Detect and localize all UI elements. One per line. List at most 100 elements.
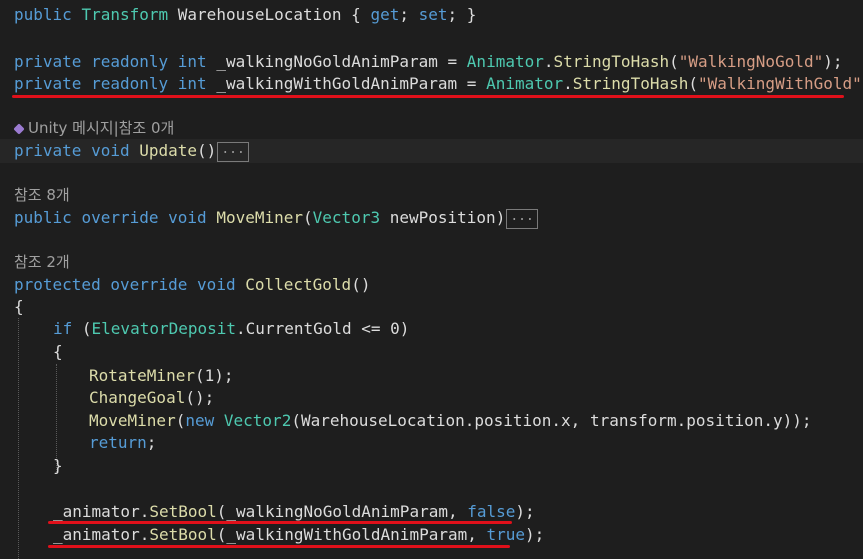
property-name: WarehouseLocation (177, 5, 342, 24)
if-close-brace[interactable]: } (53, 455, 63, 477)
code-line-move-miner[interactable]: public override void MoveMiner(Vector3 n… (14, 207, 538, 229)
code-line-setbool-with-gold[interactable]: _animator.SetBool(_walkingWithGoldAnimPa… (53, 524, 544, 546)
code-line-walking-no-gold[interactable]: private readonly int _walkingNoGoldAnimP… (14, 51, 843, 73)
punctuation: . (139, 525, 150, 544)
code-line-setbool-no-gold[interactable]: _animator.SetBool(_walkingNoGoldAnimPara… (53, 501, 535, 523)
punctuation: ( (669, 52, 679, 71)
field-name: _animator (53, 525, 140, 544)
class-name: Animator (486, 74, 564, 93)
code-line-return[interactable]: return; (89, 432, 156, 454)
punctuation: ); (823, 52, 843, 71)
field-name: _walkingWithGoldAnimParam (216, 74, 458, 93)
arguments: (); (185, 388, 215, 407)
type-name: Vector3 (312, 208, 381, 227)
method-name: SetBool (149, 525, 217, 544)
method-name: RotateMiner (89, 366, 195, 385)
keyword: public (14, 5, 72, 24)
keyword: new (185, 411, 215, 430)
codelens-references-2[interactable]: 참조 2개 (14, 251, 70, 273)
punctuation: . (139, 502, 150, 521)
punctuation: ( (72, 319, 92, 338)
keyword: int (177, 52, 207, 71)
method-name: Update (139, 141, 198, 160)
arguments: (1); (194, 366, 234, 385)
code-line-walking-with-gold[interactable]: private readonly int _walkingWithGoldAni… (14, 73, 863, 95)
class-name: ElevatorDeposit (91, 319, 237, 338)
keyword: public (14, 208, 72, 227)
keyword: if (53, 319, 73, 338)
brace: } (53, 456, 63, 475)
type-name: Transform (81, 5, 169, 24)
punctuation: ; (399, 5, 419, 24)
punctuation: () (197, 141, 217, 160)
class-name: Animator (466, 52, 544, 71)
method-name: MoveMiner (89, 411, 176, 430)
keyword: private (14, 52, 82, 71)
method-name: ChangeGoal (89, 388, 186, 407)
keyword: readonly (91, 52, 169, 71)
keyword: private (14, 141, 82, 160)
field-name: _walkingNoGoldAnimParam (216, 52, 438, 71)
punctuation: ; (146, 433, 157, 452)
punctuation: { (341, 5, 371, 24)
unity-icon (13, 122, 25, 135)
arguments: (_walkingWithGoldAnimParam, (216, 525, 487, 544)
code-line-move-miner-call[interactable]: MoveMiner(new Vector2(WarehouseLocation.… (89, 410, 812, 432)
punctuation: ) (495, 208, 506, 227)
keyword: readonly (91, 74, 169, 93)
keyword-get: get (370, 5, 400, 24)
parameter-name: newPosition (380, 208, 496, 227)
punctuation: () (351, 275, 371, 294)
punctuation: ( (303, 208, 313, 227)
operator: = (457, 74, 487, 93)
codelens-references-8[interactable]: 참조 8개 (14, 184, 70, 206)
punctuation: ); (525, 525, 545, 544)
method-name: MoveMiner (216, 208, 304, 227)
boolean-literal: false (467, 502, 516, 521)
red-underline-annotation (12, 95, 844, 98)
keyword: void (197, 275, 236, 294)
field-name: _animator (53, 502, 140, 521)
type-name: Vector2 (223, 411, 292, 430)
code-line-collect-gold[interactable]: protected override void CollectGold() (14, 274, 370, 296)
keyword: void (168, 208, 207, 227)
keyword: protected (14, 275, 101, 294)
code-line-if-condition[interactable]: if (ElevatorDeposit.CurrentGold <= 0) (53, 318, 409, 340)
method-name: CollectGold (245, 275, 352, 294)
punctuation: ; } (447, 5, 477, 24)
if-open-brace[interactable]: { (53, 341, 63, 363)
codelens-text: 참조 8개 (14, 186, 70, 204)
method-name: StringToHash (572, 74, 689, 93)
red-underline-annotation (48, 545, 510, 548)
method-name: StringToHash (553, 52, 670, 71)
brace: { (53, 342, 63, 361)
keyword: void (91, 141, 130, 160)
indent-guide (18, 318, 19, 559)
codelens-text: 참조 2개 (14, 253, 70, 271)
keyword: return (89, 433, 147, 452)
boolean-literal: true (486, 525, 526, 544)
string-literal: "WalkingNoGold" (678, 52, 824, 71)
expression: <= 0) (351, 319, 410, 338)
open-brace[interactable]: { (14, 296, 24, 318)
keyword-set: set (418, 5, 448, 24)
punctuation: . (563, 74, 573, 93)
code-line-rotate-miner[interactable]: RotateMiner(1); (89, 365, 234, 387)
codelens-unity-message[interactable]: Unity 메시지|참조 0개 (13, 117, 174, 139)
operator: = (437, 52, 467, 71)
collapsed-region-button[interactable]: ... (217, 141, 249, 162)
code-line-change-goal[interactable]: ChangeGoal(); (89, 387, 214, 409)
string-literal: "WalkingWithGold" (698, 74, 862, 93)
punctuation: . (236, 319, 246, 338)
code-line-update[interactable]: private void Update()... (14, 140, 249, 162)
keyword: override (110, 275, 188, 294)
property-name: CurrentGold (245, 319, 352, 338)
punctuation: . (543, 52, 554, 71)
method-name: SetBool (149, 502, 217, 521)
keyword: override (81, 208, 159, 227)
punctuation: ( (688, 74, 698, 93)
collapsed-region-button[interactable]: ... (506, 208, 538, 229)
punctuation: ); (515, 502, 535, 521)
code-line-warehouse-location[interactable]: public Transform WarehouseLocation { get… (14, 4, 476, 26)
keyword: private (14, 74, 82, 93)
